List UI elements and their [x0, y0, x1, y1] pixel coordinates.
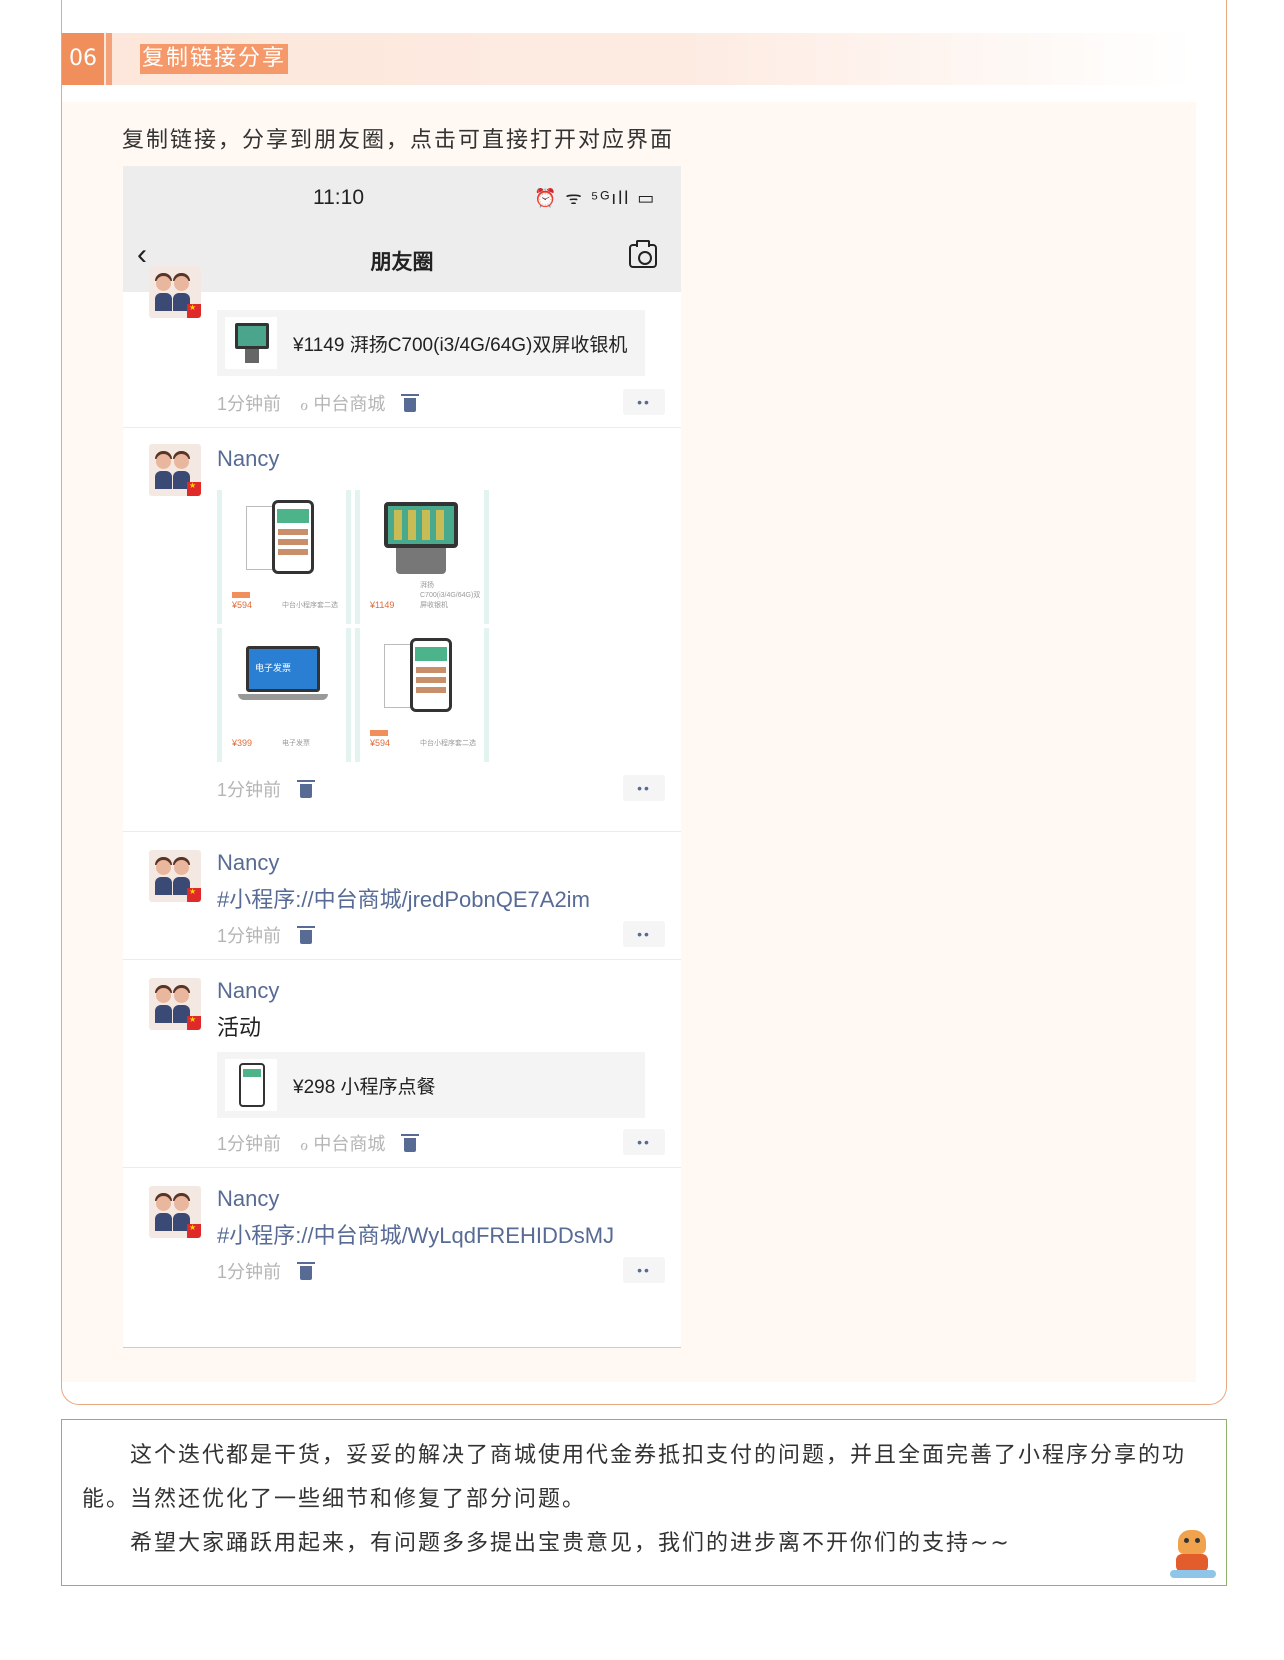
post-time: 1分钟前 [217, 394, 282, 414]
post-author[interactable]: Nancy [217, 850, 279, 876]
more-button[interactable]: •• [623, 921, 665, 947]
grid-image[interactable]: ¥399 电子发票 [217, 628, 351, 762]
product-card[interactable]: ¥298 小程序点餐 [217, 1052, 645, 1118]
flag-icon [187, 481, 201, 496]
post-meta: 1分钟前 [217, 1258, 316, 1284]
mascot-icon [1170, 1526, 1216, 1578]
source-link[interactable]: ℴ 中台商城 [300, 394, 390, 414]
trash-icon[interactable] [401, 1134, 420, 1152]
status-bar: 11:10 ⏰ ᯤ ⁵ᴳıll ▭ [123, 166, 681, 228]
moment-post: ¥1149 湃扬C700(i3/4G/64G)双屏收银机 1分钟前 ℴ 中台商城… [123, 266, 681, 428]
phone-thumbnail [225, 1059, 277, 1111]
grid-image[interactable]: ¥1149 湃扬C700(i3/4G/64G)双屏收银机 [355, 490, 489, 624]
product-text: ¥1149 湃扬C700(i3/4G/64G)双屏收银机 [293, 335, 628, 356]
summary-paragraph-1: 这个迭代都是干货，妥妥的解决了商城使用代金券抵扣支付的问题，并且全面完善了小程序… [82, 1443, 1187, 1512]
post-author[interactable]: Nancy [217, 978, 279, 1004]
image-grid: ¥594 中台小程序套二选 ¥1149 湃扬C700(i3/4G/64G)双屏收… [217, 490, 489, 762]
post-time: 1分钟前 [217, 1134, 282, 1154]
post-meta: 1分钟前 [217, 922, 316, 948]
section-number: 06 [62, 33, 104, 85]
status-time: 11:10 [313, 186, 364, 209]
nav-title: 朋友圈 [370, 251, 434, 274]
trash-icon[interactable] [297, 926, 316, 944]
more-button[interactable]: •• [623, 389, 665, 415]
avatar[interactable] [149, 850, 201, 902]
avatar[interactable] [149, 266, 201, 318]
post-author[interactable]: Nancy [217, 1186, 279, 1212]
camera-icon[interactable] [629, 240, 657, 268]
post-meta: 1分钟前 ℴ 中台商城 [217, 390, 420, 416]
source-link[interactable]: ℴ 中台商城 [300, 1134, 390, 1154]
moment-post: Nancy #小程序://中台商城/jredPobnQE7A2im 1分钟前 •… [123, 832, 681, 960]
section-number-accent [106, 33, 112, 85]
post-time: 1分钟前 [217, 926, 282, 946]
moment-post: Nancy #小程序://中台商城/WyLqdFREHIDDsMJ 1分钟前 •… [123, 1168, 681, 1347]
post-meta: 1分钟前 [217, 776, 316, 802]
grid-image[interactable]: ¥594 中台小程序套二选 [217, 490, 351, 624]
section-header: 06 复制链接分享 [62, 33, 1196, 85]
nav-bar: ‹ 朋友圈 [123, 228, 681, 292]
section-intro: 复制链接，分享到朋友圈，点击可直接打开对应界面 [122, 128, 675, 153]
post-text: 活动 [217, 1015, 262, 1040]
flag-icon [187, 1223, 201, 1238]
pos-thumbnail [225, 317, 277, 369]
more-button[interactable]: •• [623, 1129, 665, 1155]
avatar[interactable] [149, 978, 201, 1030]
moments-screenshot: 11:10 ⏰ ᯤ ⁵ᴳıll ▭ ‹ 朋友圈 ¥1 [123, 166, 681, 1348]
post-author[interactable]: Nancy [217, 446, 279, 472]
product-card[interactable]: ¥1149 湃扬C700(i3/4G/64G)双屏收银机 [217, 310, 645, 376]
trash-icon[interactable] [297, 1262, 316, 1280]
post-time: 1分钟前 [217, 1262, 282, 1282]
source-name: 中台商城 [313, 394, 386, 414]
source-name: 中台商城 [313, 1134, 386, 1154]
summary-paragraph-2: 希望大家踊跃用起来，有问题多多提出宝贵意见，我们的进步离不开你们的支持~~ [130, 1531, 1011, 1556]
miniprogram-link[interactable]: #小程序://中台商城/WyLqdFREHIDDsMJ [217, 1218, 614, 1250]
trash-icon[interactable] [297, 780, 316, 798]
section-body: 复制链接，分享到朋友圈，点击可直接打开对应界面 11:10 ⏰ ᯤ ⁵ᴳıll … [62, 102, 1196, 1382]
feature-card: 06 复制链接分享 复制链接，分享到朋友圈，点击可直接打开对应界面 11:10 … [61, 0, 1227, 1405]
link-icon: ℴ [300, 1134, 309, 1154]
link-icon: ℴ [300, 394, 309, 414]
grid-image[interactable]: ¥594 中台小程序套二选 [355, 628, 489, 762]
summary-box: 这个迭代都是干货，妥妥的解决了商城使用代金券抵扣支付的问题，并且全面完善了小程序… [61, 1419, 1227, 1586]
avatar[interactable] [149, 1186, 201, 1238]
product-text: ¥298 小程序点餐 [293, 1077, 436, 1098]
post-meta: 1分钟前 ℴ 中台商城 [217, 1130, 420, 1156]
trash-icon[interactable] [401, 394, 420, 412]
moment-post: Nancy ¥594 中台小程序套二选 ¥1149 湃扬C700(i3/4G/6… [123, 428, 681, 832]
avatar[interactable] [149, 444, 201, 496]
more-button[interactable]: •• [623, 1257, 665, 1283]
flag-icon [187, 887, 201, 902]
miniprogram-link[interactable]: #小程序://中台商城/jredPobnQE7A2im [217, 882, 590, 914]
more-button[interactable]: •• [623, 775, 665, 801]
flag-icon [187, 303, 201, 318]
post-time: 1分钟前 [217, 780, 282, 800]
status-icons: ⏰ ᯤ ⁵ᴳıll ▭ [534, 188, 657, 208]
section-title: 复制链接分享 [140, 44, 289, 74]
flag-icon [187, 1015, 201, 1030]
moment-post: Nancy 活动 ¥298 小程序点餐 1分钟前 ℴ 中台商城 •• [123, 960, 681, 1168]
